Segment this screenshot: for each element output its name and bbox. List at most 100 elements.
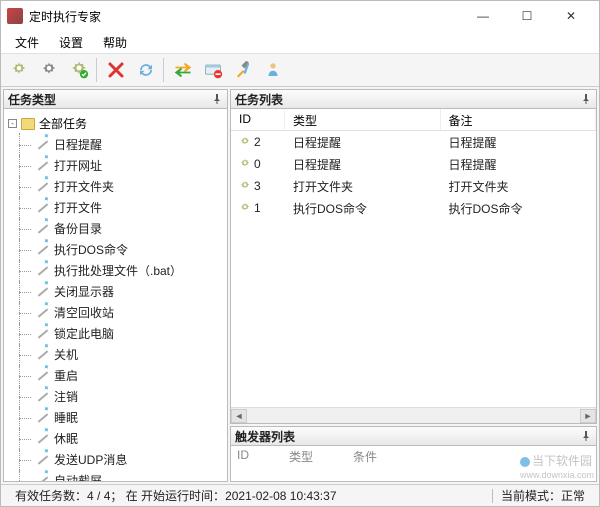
scroll-right-icon[interactable]: ►: [580, 409, 596, 423]
scroll-left-icon[interactable]: ◄: [231, 409, 247, 423]
tree-item[interactable]: 执行批处理文件（.bat）: [10, 260, 225, 281]
workspace: 任务类型 - 全部任务 日程提醒打开网址打开文件夹打开文件备份目录执行DOS命令…: [1, 87, 599, 484]
trigger-col-cond[interactable]: 条件: [353, 448, 377, 464]
status-mode: 当前模式：正常: [493, 487, 593, 504]
toolbar-new-task[interactable]: [5, 56, 33, 84]
tree-item-label: 打开网址: [54, 157, 102, 174]
tree-item-label: 备份目录: [54, 220, 102, 237]
status-task-count: 有效任务数：4 / 4； 在 开始运行时间：2021-02-08 10:43:3…: [7, 487, 345, 504]
task-type-icon: [36, 264, 50, 278]
maximize-button[interactable]: ☐: [505, 2, 549, 30]
menu-file[interactable]: 文件: [5, 32, 49, 53]
tree-item[interactable]: 重启: [10, 365, 225, 386]
toolbar-tools[interactable]: [229, 56, 257, 84]
pin-icon[interactable]: [211, 93, 223, 105]
col-id[interactable]: ID: [231, 109, 285, 130]
trigger-list-pane: 触发器列表 ID 类型 条件: [230, 426, 597, 482]
cell-id: 3: [231, 179, 285, 193]
menu-help[interactable]: 帮助: [93, 32, 137, 53]
table-row[interactable]: 1执行DOS命令执行DOS命令: [231, 197, 596, 219]
tree-item[interactable]: 关闭显示器: [10, 281, 225, 302]
close-button[interactable]: ✕: [549, 2, 593, 30]
menu-settings[interactable]: 设置: [49, 32, 93, 53]
cell-note: 日程提醒: [441, 134, 597, 151]
tree-item[interactable]: 打开文件: [10, 197, 225, 218]
tree-item-label: 锁定此电脑: [54, 325, 114, 342]
statusbar: 有效任务数：4 / 4； 在 开始运行时间：2021-02-08 10:43:3…: [1, 484, 599, 506]
toolbar-separator: [163, 58, 166, 82]
tree-item-label: 注销: [54, 388, 78, 405]
tree-item[interactable]: 日程提醒: [10, 134, 225, 155]
folder-icon: [21, 118, 35, 130]
tree-item-label: 执行批处理文件（.bat）: [54, 262, 182, 279]
task-list-pane: 任务列表 ID 类型 备注 2日程提醒日程提醒0日程提醒日程提醒3打开文件夹打开…: [230, 89, 597, 424]
tree-item[interactable]: 锁定此电脑: [10, 323, 225, 344]
task-type-icon: [36, 201, 50, 215]
tree-item-label: 打开文件夹: [54, 178, 114, 195]
collapse-icon[interactable]: -: [8, 119, 17, 128]
trigger-list-header: 触发器列表: [230, 426, 597, 446]
task-type-icon: [36, 474, 50, 483]
tree-item[interactable]: 备份目录: [10, 218, 225, 239]
tree-item-label: 自动截屏: [54, 472, 102, 482]
app-icon: [7, 8, 23, 24]
col-type[interactable]: 类型: [285, 109, 441, 130]
toolbar-separator: [96, 58, 99, 82]
tree-item[interactable]: 发送UDP消息: [10, 449, 225, 470]
tree-item[interactable]: 执行DOS命令: [10, 239, 225, 260]
trigger-col-id[interactable]: ID: [237, 448, 249, 464]
task-type-icon: [36, 159, 50, 173]
trigger-col-type[interactable]: 类型: [289, 448, 313, 464]
menubar: 文件 设置 帮助: [1, 31, 599, 53]
table-row[interactable]: 3打开文件夹打开文件夹: [231, 175, 596, 197]
task-type-icon: [36, 453, 50, 467]
tree-item-label: 打开文件: [54, 199, 102, 216]
titlebar: 定时执行专家 — ☐ ✕: [1, 1, 599, 31]
tree-item[interactable]: 自动截屏: [10, 470, 225, 482]
tree-item[interactable]: 注销: [10, 386, 225, 407]
tree-item[interactable]: 打开网址: [10, 155, 225, 176]
horizontal-scrollbar[interactable]: ◄ ►: [231, 407, 596, 423]
pin-icon[interactable]: [580, 430, 592, 442]
toolbar-user[interactable]: [259, 56, 287, 84]
tree-item[interactable]: 休眠: [10, 428, 225, 449]
trigger-list-body[interactable]: ID 类型 条件: [230, 446, 597, 482]
tree-item-label: 发送UDP消息: [54, 451, 127, 468]
task-list-rows: 2日程提醒日程提醒0日程提醒日程提醒3打开文件夹打开文件夹1执行DOS命令执行D…: [231, 131, 596, 407]
col-note[interactable]: 备注: [441, 109, 597, 130]
table-row[interactable]: 2日程提醒日程提醒: [231, 131, 596, 153]
toolbar-gear2[interactable]: [35, 56, 63, 84]
task-list-body[interactable]: ID 类型 备注 2日程提醒日程提醒0日程提醒日程提醒3打开文件夹打开文件夹1执…: [230, 109, 597, 424]
task-type-icon: [36, 243, 50, 257]
tree-item-label: 关机: [54, 346, 78, 363]
task-type-body[interactable]: - 全部任务 日程提醒打开网址打开文件夹打开文件备份目录执行DOS命令执行批处理…: [3, 109, 228, 482]
task-type-icon: [36, 306, 50, 320]
toolbar-delete[interactable]: [102, 56, 130, 84]
scroll-track[interactable]: [247, 409, 580, 423]
tree-item[interactable]: 打开文件夹: [10, 176, 225, 197]
cell-id: 2: [231, 135, 285, 149]
tree-item[interactable]: 清空回收站: [10, 302, 225, 323]
tree-item[interactable]: 关机: [10, 344, 225, 365]
toolbar-remove-row[interactable]: [199, 56, 227, 84]
task-list-header: 任务列表: [230, 89, 597, 109]
toolbar: [1, 53, 599, 87]
tree-root[interactable]: - 全部任务: [6, 113, 225, 134]
toolbar-swap[interactable]: [169, 56, 197, 84]
pin-icon[interactable]: [580, 93, 592, 105]
trigger-columns: ID 类型 条件: [231, 446, 596, 466]
tree-item-label: 清空回收站: [54, 304, 114, 321]
table-row[interactable]: 0日程提醒日程提醒: [231, 153, 596, 175]
cell-note: 执行DOS命令: [441, 200, 597, 217]
toolbar-refresh[interactable]: [132, 56, 160, 84]
cell-note: 打开文件夹: [441, 178, 597, 195]
task-type-icon: [36, 411, 50, 425]
task-type-icon: [36, 390, 50, 404]
tree-item-label: 重启: [54, 367, 78, 384]
cell-id: 1: [231, 201, 285, 215]
minimize-button[interactable]: —: [461, 2, 505, 30]
toolbar-gear-check[interactable]: [65, 56, 93, 84]
cell-type: 执行DOS命令: [285, 200, 441, 217]
task-type-icon: [36, 285, 50, 299]
tree-item[interactable]: 睡眠: [10, 407, 225, 428]
